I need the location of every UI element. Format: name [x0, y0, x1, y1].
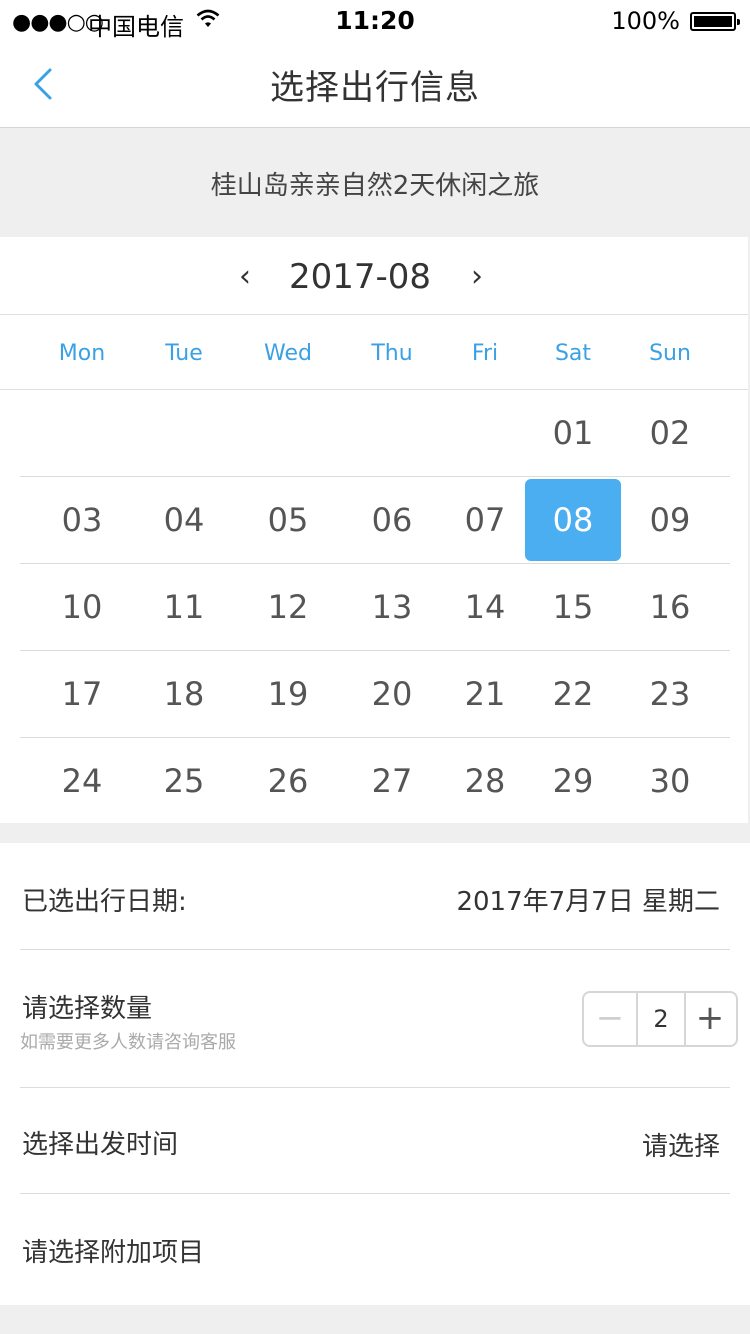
weekday-mon: Mon — [58, 341, 106, 366]
quantity-value[interactable]: 2 — [636, 993, 686, 1045]
calendar-day[interactable]: 06 — [344, 477, 440, 563]
calendar-day[interactable]: 21 — [437, 651, 533, 737]
calendar-week-row: 17 18 19 20 21 22 23 — [20, 650, 730, 736]
calendar-day[interactable]: 27 — [344, 738, 440, 824]
calendar-day[interactable]: 29 — [525, 738, 621, 824]
departure-time-row[interactable]: 选择出发时间 请选择 — [20, 1088, 730, 1194]
trip-name: 桂山岛亲亲自然2天休闲之旅 — [210, 171, 540, 201]
calendar-week-row: 01 02 — [20, 390, 730, 476]
calendar-day[interactable]: 12 — [240, 564, 336, 650]
calendar-day[interactable]: 13 — [344, 564, 440, 650]
calendar-header: ‹ 2017-08 › — [0, 237, 748, 315]
calendar: ‹ 2017-08 › Mon Tue Wed Thu Fri Sat Sun 01 02 03… — [0, 237, 748, 823]
weekday-sun: Sun — [649, 341, 691, 366]
calendar-day[interactable]: 16 — [622, 564, 718, 650]
selected-date-row: 已选出行日期: 2017年7月7日 星期二 — [20, 843, 730, 950]
calendar-day[interactable]: 14 — [437, 564, 533, 650]
calendar-day[interactable]: 11 — [136, 564, 232, 650]
calendar-day[interactable]: 28 — [437, 738, 533, 824]
weekday-tue: Tue — [165, 341, 203, 366]
calendar-day[interactable]: 02 — [622, 390, 718, 476]
calendar-day[interactable]: 03 — [34, 477, 130, 563]
weekday-thu: Thu — [371, 341, 413, 366]
nav-bar: 选择出行信息 — [0, 40, 750, 128]
calendar-month: 2017-08 — [288, 257, 432, 297]
calendar-day[interactable]: 19 — [240, 651, 336, 737]
calendar-day[interactable]: 22 — [525, 651, 621, 737]
weekday-header: Mon Tue Wed Thu Fri Sat Sun — [0, 315, 748, 390]
weekday-fri: Fri — [471, 341, 499, 366]
calendar-day[interactable]: 15 — [525, 564, 621, 650]
quantity-hint: 如需要更多人数请咨询客服 — [20, 1032, 236, 1053]
addon-row[interactable]: 请选择附加项目 — [20, 1194, 730, 1304]
calendar-day[interactable]: 30 — [622, 738, 718, 824]
calendar-week-row: 10 11 12 13 14 15 16 — [20, 563, 730, 649]
addon-label: 请选择附加项目 — [22, 1238, 205, 1268]
calendar-week-row: 03 04 05 06 07 08 09 — [20, 476, 730, 562]
departure-time-label: 选择出发时间 — [22, 1130, 179, 1160]
trip-banner: 桂山岛亲亲自然2天休闲之旅 — [0, 129, 750, 237]
decrement-button[interactable]: − — [584, 993, 636, 1045]
calendar-day[interactable]: 25 — [136, 738, 232, 824]
selected-date-label: 已选出行日期: — [22, 887, 187, 917]
weekday-wed: Wed — [264, 341, 312, 366]
calendar-day[interactable]: 26 — [240, 738, 336, 824]
next-month-button[interactable]: › — [462, 259, 492, 295]
calendar-day[interactable]: 10 — [34, 564, 130, 650]
calendar-day[interactable]: 01 — [525, 390, 621, 476]
calendar-day[interactable]: 23 — [622, 651, 718, 737]
booking-form: 已选出行日期: 2017年7月7日 星期二 请选择数量 如需要更多人数请咨询客服… — [0, 843, 750, 1305]
calendar-day[interactable]: 18 — [136, 651, 232, 737]
quantity-stepper: − 2 + — [582, 991, 738, 1047]
calendar-day[interactable]: 24 — [34, 738, 130, 824]
calendar-day[interactable]: 09 — [622, 477, 718, 563]
departure-time-select[interactable]: 请选择 — [642, 1126, 720, 1163]
calendar-day[interactable]: 05 — [240, 477, 336, 563]
status-bar: ●●●○○ 中国电信 11:20 100% — [0, 0, 750, 41]
battery-icon — [690, 12, 740, 31]
calendar-day[interactable]: 20 — [344, 651, 440, 737]
calendar-week-row: 24 25 26 27 28 29 30 — [20, 737, 730, 823]
page-title: 选择出行信息 — [270, 68, 480, 108]
increment-button[interactable]: + — [684, 993, 736, 1045]
calendar-day-selected[interactable]: 08 — [525, 479, 621, 561]
calendar-grid: 01 02 03 04 05 06 07 08 09 10 11 12 13 14 15 16 17 18 19 20… — [0, 390, 748, 823]
calendar-day[interactable]: 04 — [136, 477, 232, 563]
battery-percent: 100% — [611, 7, 680, 35]
weekday-sat: Sat — [554, 341, 592, 366]
calendar-day[interactable]: 17 — [34, 651, 130, 737]
quantity-label: 请选择数量 — [22, 994, 153, 1024]
selected-date-value: 2017年7月7日 星期二 — [456, 887, 720, 917]
calendar-day[interactable]: 07 — [437, 477, 533, 563]
